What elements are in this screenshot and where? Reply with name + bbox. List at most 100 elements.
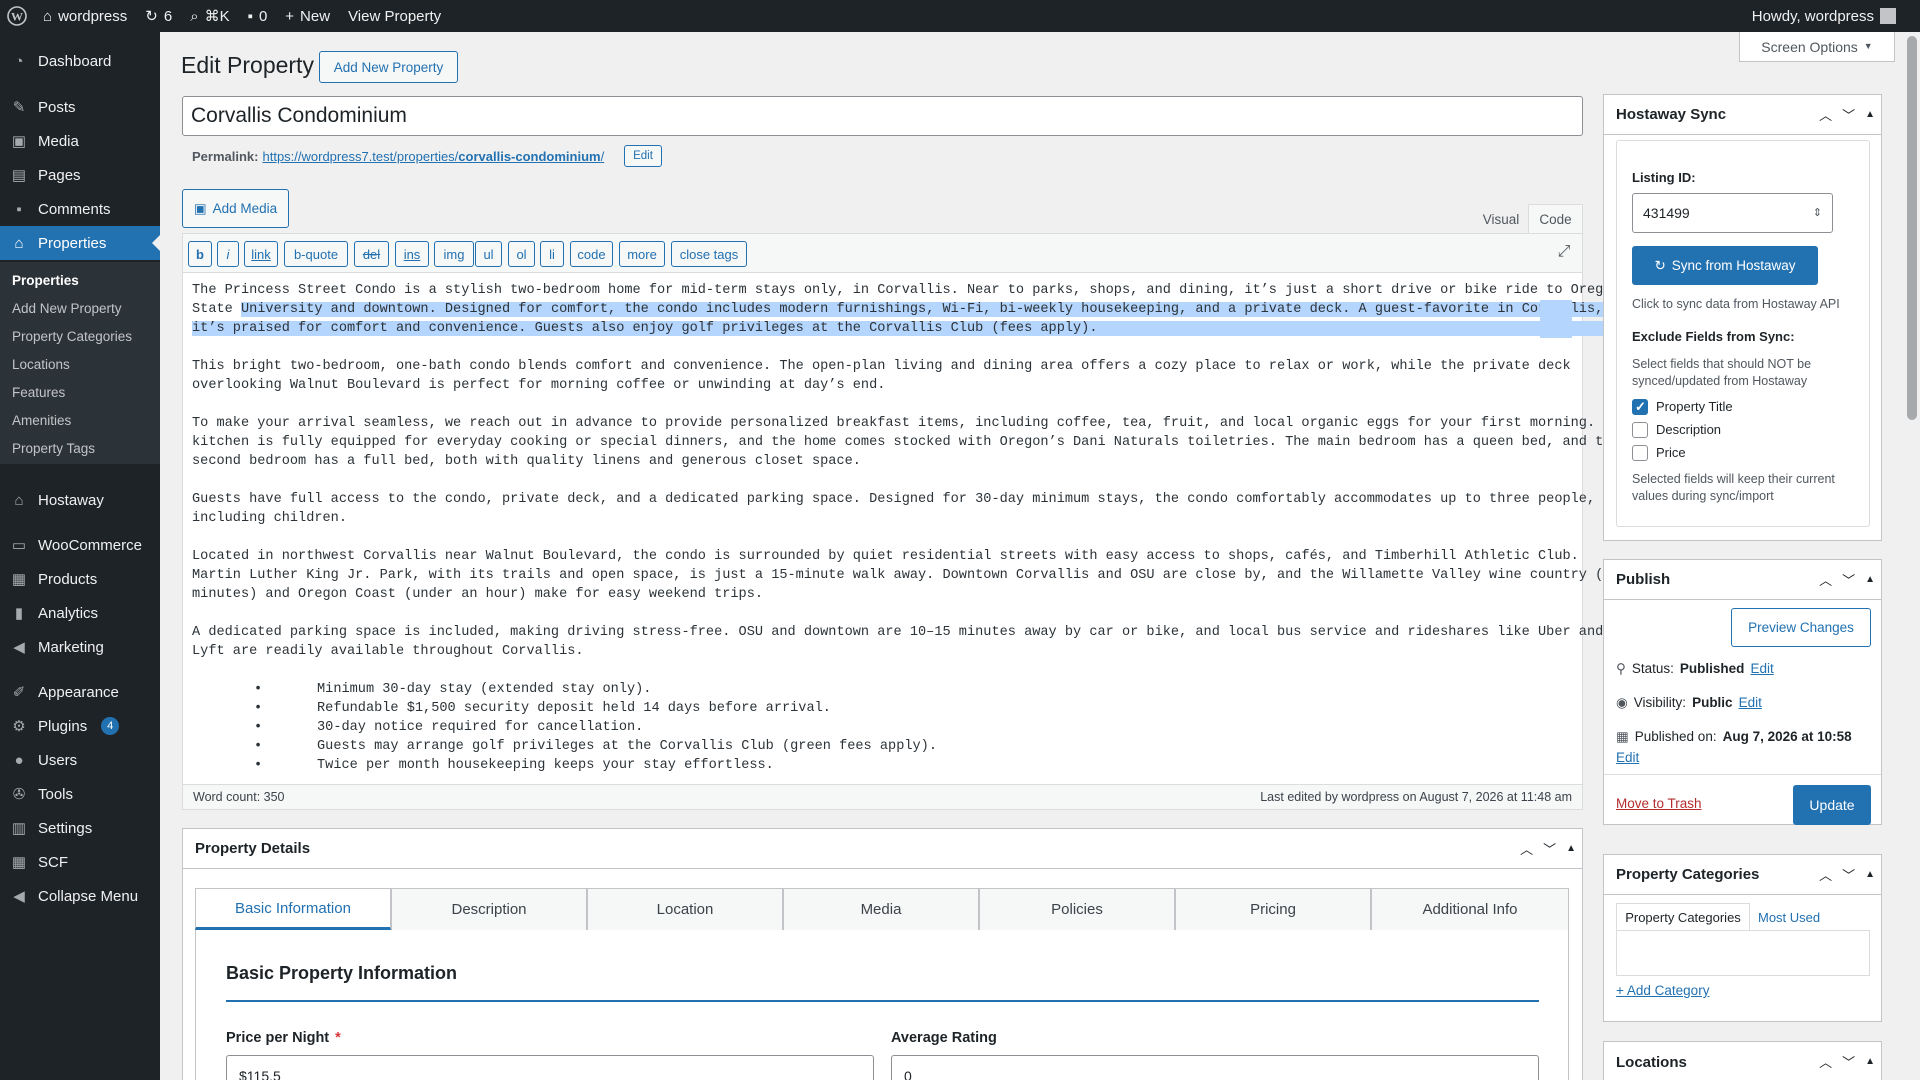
chevron-up-icon[interactable]: ︿ [1819,574,1832,587]
tab-policies[interactable]: Policies [979,888,1175,930]
chevron-down-icon[interactable]: ﹀ [1842,574,1855,587]
qt-del-button[interactable]: del [354,241,389,267]
menu-comments[interactable]: ▪ Comments [0,192,160,226]
menu-settings[interactable]: ▥ Settings [0,811,160,845]
menu-products[interactable]: ▦ Products [0,562,160,596]
chevron-up-icon[interactable]: ︿ [1819,1056,1832,1069]
toggle-panel-icon[interactable]: ▲ [1865,575,1875,585]
site-name-link[interactable]: ⌂ wordpress [34,0,136,32]
tab-description[interactable]: Description [391,888,587,930]
qt-bquote-button[interactable]: b-quote [284,241,348,267]
tab-most-used[interactable]: Most Used [1758,903,1820,931]
account-menu[interactable]: Howdy, wordpress [1743,0,1920,32]
qt-italic-button[interactable]: i [217,241,239,267]
submenu-amenities[interactable]: Amenities [0,406,160,434]
collapse-menu-button[interactable]: ◀ Collapse Menu [0,879,160,913]
menu-properties[interactable]: ⌂ Properties [0,226,160,260]
qt-ul-button[interactable]: ul [475,241,502,267]
menu-users[interactable]: ● Users [0,743,160,777]
qt-close-tags-button[interactable]: close tags [671,241,747,267]
tab-media[interactable]: Media [783,888,979,930]
add-category-link[interactable]: + Add Category [1616,983,1709,998]
price-input[interactable]: $115.5 [226,1055,874,1080]
preview-changes-button[interactable]: Preview Changes [1731,608,1871,647]
menu-marketing[interactable]: ◀ Marketing [0,630,160,664]
move-to-trash-link[interactable]: Move to Trash [1616,796,1702,811]
comments-link[interactable]: ▪ 0 [239,0,277,32]
scrollbar-thumb[interactable] [1907,36,1917,420]
spinner-arrows-icon[interactable]: ⇕ [1813,207,1822,219]
menu-woocommerce[interactable]: ▭ WooCommerce [0,528,160,562]
tab-basic-information[interactable]: Basic Information [195,888,391,930]
updates-link[interactable]: ↻ 6 [136,0,181,32]
checkbox-label: Price [1656,445,1686,460]
submenu-locations[interactable]: Locations [0,350,160,378]
submenu-add-new-property[interactable]: Add New Property [0,294,160,322]
chevron-down-icon[interactable]: ﹀ [1543,843,1556,856]
sync-from-hostaway-button[interactable]: ↻ Sync from Hostaway [1632,246,1818,285]
submenu-property-categories[interactable]: Property Categories [0,322,160,350]
checkbox-price[interactable] [1632,445,1648,461]
comment-icon: ▪ [247,7,253,25]
menu-plugins[interactable]: ⚙ Plugins 4 [0,709,160,743]
qt-bold-button[interactable]: b [188,241,212,267]
submenu-property-tags[interactable]: Property Tags [0,434,160,462]
view-property-link[interactable]: View Property [339,0,450,32]
edit-visibility-link[interactable]: Edit [1739,695,1762,710]
qt-link-button[interactable]: link [244,241,278,267]
qt-ol-button[interactable]: ol [508,241,535,267]
toggle-panel-icon[interactable]: ▲ [1865,1057,1875,1067]
menu-dashboard[interactable]: ◔ Dashboard [0,44,160,78]
new-content-link[interactable]: + New [276,0,339,32]
menu-pages[interactable]: ▤ Pages [0,158,160,192]
toggle-panel-icon[interactable]: ▲ [1865,110,1875,120]
add-new-property-button[interactable]: Add New Property [319,51,458,83]
submenu-properties[interactable]: Properties [0,266,160,294]
add-media-button[interactable]: ▣ Add Media [182,189,289,228]
command-search[interactable]: ⌕ ⌘K [181,0,238,32]
property-details-header[interactable]: Property Details [183,829,1582,869]
edit-permalink-button[interactable]: Edit [624,145,662,167]
permalink-link[interactable]: https://wordpress7.test/properties/corva… [262,149,604,164]
post-title-input[interactable]: Corvallis Condominium [182,96,1583,136]
chevron-up-icon[interactable]: ︿ [1819,109,1832,122]
checkbox-property-title[interactable] [1632,399,1648,415]
menu-appearance[interactable]: ✐ Appearance [0,675,160,709]
checkbox-description[interactable] [1632,422,1648,438]
chevron-up-icon[interactable]: ︿ [1819,869,1832,882]
categories-list[interactable] [1616,930,1870,976]
fullscreen-icon[interactable]: ⤢ [1553,241,1575,263]
edit-date-link[interactable]: Edit [1616,750,1639,765]
edit-status-link[interactable]: Edit [1750,661,1773,676]
tab-all-categories[interactable]: Property Categories [1616,903,1750,931]
menu-posts[interactable]: ✎ Posts [0,90,160,124]
tab-visual[interactable]: Visual [1474,206,1528,233]
qt-code-button[interactable]: code [570,241,613,267]
listing-id-input[interactable]: 431499 ⇕ [1632,193,1833,233]
qt-img-button[interactable]: img [434,241,474,267]
tab-location[interactable]: Location [587,888,783,930]
screen-options-button[interactable]: Screen Options ▼ [1739,32,1895,62]
tab-code[interactable]: Code [1528,204,1583,234]
menu-scf[interactable]: ▦ SCF [0,845,160,879]
update-button[interactable]: Update [1793,785,1871,825]
chevron-up-icon[interactable]: ︿ [1520,843,1533,856]
wordpress-logo-icon[interactable]: W [0,0,34,32]
rating-input[interactable]: 0 [891,1055,1539,1080]
chevron-down-icon[interactable]: ﹀ [1842,1056,1855,1069]
submenu-features[interactable]: Features [0,378,160,406]
qt-more-button[interactable]: more [619,241,665,267]
menu-hostaway[interactable]: ⌂ Hostaway [0,483,160,517]
tab-additional-info[interactable]: Additional Info [1371,888,1569,930]
chevron-down-icon[interactable]: ﹀ [1842,109,1855,122]
toggle-panel-icon[interactable]: ▲ [1566,844,1576,854]
qt-ins-button[interactable]: ins [395,241,429,267]
qt-li-button[interactable]: li [540,241,564,267]
chevron-down-icon[interactable]: ﹀ [1842,869,1855,882]
toggle-panel-icon[interactable]: ▲ [1865,870,1875,880]
tab-pricing[interactable]: Pricing [1175,888,1371,930]
keep-help-text: Selected fields will keep their current … [1632,472,1835,503]
menu-tools[interactable]: ✇ Tools [0,777,160,811]
menu-analytics[interactable]: ▮ Analytics [0,596,160,630]
menu-media[interactable]: ▣ Media [0,124,160,158]
